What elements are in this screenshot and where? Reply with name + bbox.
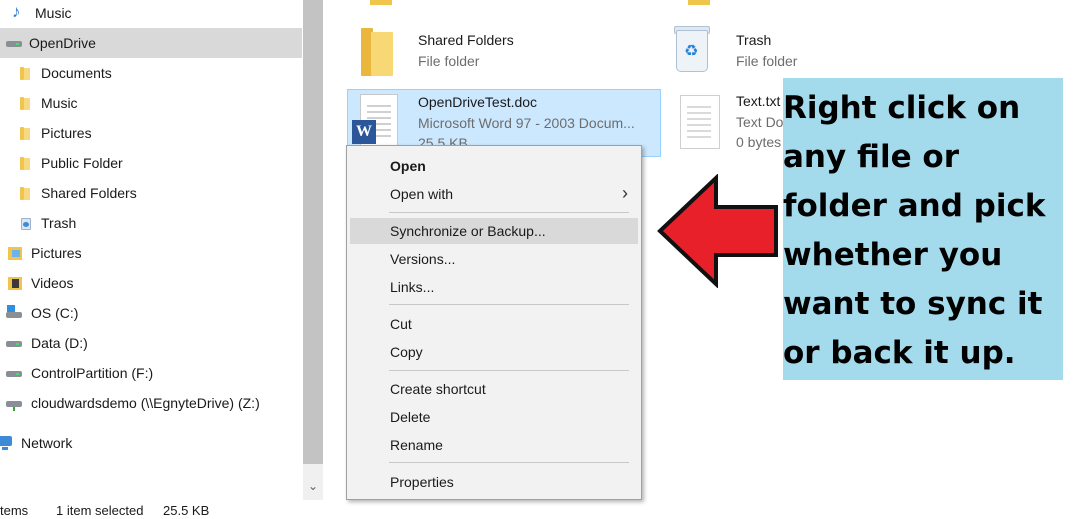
- network-drive-icon: [6, 395, 22, 411]
- menu-item-copy[interactable]: Copy: [350, 339, 638, 365]
- navigation-pane: Music OpenDrive Documents Music Pictures…: [0, 0, 303, 500]
- annotation-callout: Right click on any file or folder and pi…: [783, 78, 1063, 380]
- videos-icon: [8, 275, 24, 291]
- folder-icon: [370, 0, 392, 5]
- folder-icon: [18, 186, 32, 200]
- menu-item-cut[interactable]: Cut: [350, 311, 638, 337]
- nav-item-shared-folders[interactable]: Shared Folders: [18, 178, 320, 208]
- chevron-right-icon: ›: [622, 183, 628, 203]
- nav-item-cloudwardsdemo-z[interactable]: cloudwardsdemo (\\EgnyteDrive) (Z:): [6, 388, 308, 418]
- nav-item-music-folder[interactable]: Music: [18, 88, 320, 118]
- nav-item-pictures[interactable]: Pictures: [8, 238, 310, 268]
- status-size: 25.5 KB: [163, 503, 210, 518]
- nav-item-pictures-folder[interactable]: Pictures: [18, 118, 320, 148]
- nav-item-public-folder[interactable]: Public Folder: [18, 148, 320, 178]
- menu-separator: [389, 462, 629, 463]
- os-drive-icon: [6, 305, 22, 321]
- folder-icon: [18, 96, 32, 110]
- nav-item-videos[interactable]: Videos: [8, 268, 310, 298]
- chevron-down-icon: ⌄: [307, 479, 319, 493]
- folder-icon: [361, 26, 395, 76]
- menu-separator: [389, 304, 629, 305]
- folder-icon: [18, 126, 32, 140]
- scroll-down-button[interactable]: ⌄: [303, 476, 323, 496]
- nav-item-music[interactable]: Music: [12, 0, 314, 28]
- file-item-trash[interactable]: ♻ Trash File folder: [668, 20, 968, 82]
- folder-icon: [18, 66, 32, 80]
- nav-item-os-c[interactable]: OS (C:): [6, 298, 308, 328]
- status-item-count: tems: [0, 503, 29, 518]
- music-icon: [12, 2, 28, 22]
- nav-item-data-d[interactable]: Data (D:): [6, 328, 308, 358]
- file-item-shared-folders[interactable]: Shared Folders File folder: [347, 20, 647, 82]
- status-selected: 1 item selected: [56, 503, 144, 518]
- text-document-icon: [680, 95, 720, 149]
- nav-item-documents[interactable]: Documents: [18, 58, 320, 88]
- nav-item-network[interactable]: Network: [0, 428, 300, 458]
- menu-item-versions[interactable]: Versions...: [350, 246, 638, 272]
- pictures-icon: [8, 245, 24, 261]
- menu-item-rename[interactable]: Rename: [350, 432, 638, 458]
- folder-icon: [688, 0, 710, 5]
- nav-item-controlpartition-f[interactable]: ControlPartition (F:): [6, 358, 308, 388]
- red-arrow-icon: [657, 174, 778, 288]
- nav-item-trash[interactable]: Trash: [18, 208, 320, 238]
- folder-icon: [18, 156, 32, 170]
- menu-item-create-shortcut[interactable]: Create shortcut: [350, 376, 638, 402]
- nav-scrollbar-thumb[interactable]: [303, 0, 323, 464]
- drive-icon: [6, 335, 22, 351]
- recycle-bin-icon: ♻: [674, 24, 710, 72]
- menu-item-synchronize-or-backup[interactable]: Synchronize or Backup...: [350, 218, 638, 244]
- word-document-icon: W: [348, 94, 398, 150]
- trash-icon: [18, 215, 34, 231]
- menu-item-properties[interactable]: Properties: [350, 469, 638, 495]
- drive-icon: [6, 35, 22, 51]
- menu-separator: [389, 370, 629, 371]
- annotation-text: Right click on any file or folder and pi…: [783, 90, 1046, 371]
- file-item-text-txt[interactable]: Text.txt Text Do 0 bytes: [668, 89, 788, 157]
- network-icon: [0, 435, 14, 451]
- drive-icon: [6, 365, 22, 381]
- context-menu: Open Open with › Synchronize or Backup..…: [346, 145, 642, 500]
- menu-item-open-with[interactable]: Open with ›: [350, 181, 638, 207]
- menu-item-delete[interactable]: Delete: [350, 404, 638, 430]
- menu-item-links[interactable]: Links...: [350, 274, 638, 300]
- status-bar: tems 1 item selected 25.5 KB: [0, 500, 700, 519]
- menu-item-open[interactable]: Open: [350, 153, 638, 179]
- menu-separator: [389, 212, 629, 213]
- nav-item-opendrive[interactable]: OpenDrive: [0, 28, 302, 58]
